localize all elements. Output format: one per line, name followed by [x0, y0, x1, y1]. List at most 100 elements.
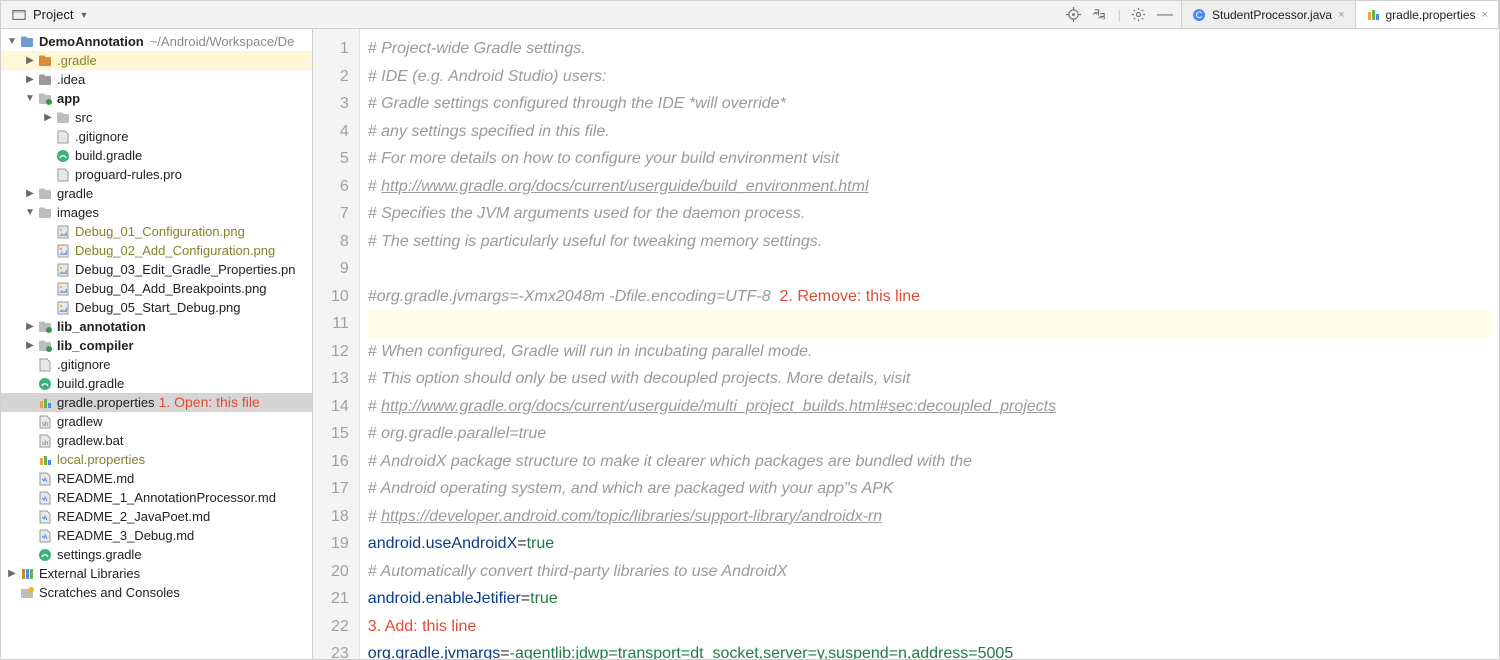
- tree-item[interactable]: ▶Debug_05_Start_Debug.png: [1, 298, 312, 317]
- code-token: # This option should only be used with d…: [368, 370, 911, 387]
- tree-item-label: app: [57, 89, 80, 109]
- code-line[interactable]: # any settings specified in this file.: [368, 118, 1491, 146]
- tree-item[interactable]: ▶Debug_04_Add_Breakpoints.png: [1, 279, 312, 298]
- code-line[interactable]: [368, 310, 1491, 338]
- tree-item[interactable]: ▶README_2_JavaPoet.md: [1, 507, 312, 526]
- tree-item-label: build.gradle: [75, 146, 142, 166]
- folder-icon: [37, 206, 53, 220]
- code-area[interactable]: # Project-wide Gradle settings. # IDE (e.…: [360, 29, 1499, 659]
- code-line[interactable]: # The setting is particularly useful for…: [368, 228, 1491, 256]
- chevron-down-icon[interactable]: ▼: [23, 91, 37, 106]
- tree-item[interactable]: ▶README_1_AnnotationProcessor.md: [1, 488, 312, 507]
- code-line[interactable]: # IDE (e.g. Android Studio) users:: [368, 63, 1491, 91]
- chevron-right-icon[interactable]: ▶: [23, 72, 37, 87]
- close-icon[interactable]: ×: [1482, 9, 1488, 21]
- tree-item-label: gradle.properties: [57, 393, 155, 413]
- tree-item[interactable]: ▶.gitignore: [1, 355, 312, 374]
- tree-item[interactable]: ▶README.md: [1, 469, 312, 488]
- code-line[interactable]: org.gradle.jvmargs=-agentlib:jdwp=transp…: [368, 640, 1491, 659]
- chevron-right-icon[interactable]: ▶: [23, 319, 37, 334]
- file-icon: [55, 168, 71, 182]
- close-icon[interactable]: ×: [1338, 9, 1344, 21]
- code-line[interactable]: # Android operating system, and which ar…: [368, 475, 1491, 503]
- chevron-down-icon[interactable]: ▼: [23, 205, 37, 220]
- md-icon: [37, 529, 53, 543]
- tree-item[interactable]: ▶shgradlew: [1, 412, 312, 431]
- target-icon[interactable]: [1066, 7, 1082, 23]
- code-token: [368, 260, 372, 277]
- tree-item[interactable]: ▼ app: [1, 89, 312, 108]
- code-line[interactable]: android.enableJetifier=true: [368, 585, 1491, 613]
- code-line[interactable]: # Gradle settings configured through the…: [368, 90, 1491, 118]
- code-line[interactable]: # Automatically convert third-party libr…: [368, 558, 1491, 586]
- tree-item[interactable]: ▶Scratches and Consoles: [1, 583, 312, 602]
- tree-item[interactable]: ▶ gradle: [1, 184, 312, 203]
- code-line[interactable]: # This option should only be used with d…: [368, 365, 1491, 393]
- tree-item[interactable]: ▶README_3_Debug.md: [1, 526, 312, 545]
- tree-item[interactable]: ▶src: [1, 108, 312, 127]
- editor-tab[interactable]: CStudentProcessor.java×: [1182, 1, 1356, 28]
- tree-item[interactable]: ▶lib_compiler: [1, 336, 312, 355]
- code-token: # Project-wide Gradle settings.: [368, 40, 586, 57]
- tree-item[interactable]: ▶External Libraries: [1, 564, 312, 583]
- tree-item[interactable]: ▶shgradlew.bat: [1, 431, 312, 450]
- code-line[interactable]: 3. Add: this line: [368, 613, 1491, 641]
- code-line[interactable]: # http://www.gradle.org/docs/current/use…: [368, 393, 1491, 421]
- code-token: # org.gradle.parallel=true: [368, 425, 546, 442]
- code-line[interactable]: # org.gradle.parallel=true: [368, 420, 1491, 448]
- tree-item[interactable]: ▶local.properties: [1, 450, 312, 469]
- tree-item-label: README_2_JavaPoet.md: [57, 507, 210, 527]
- code-token: #: [368, 178, 381, 195]
- tree-item[interactable]: ▶gradle.properties1. Open: this file: [1, 393, 312, 412]
- code-line[interactable]: [368, 255, 1491, 283]
- code-line[interactable]: # https://developer.android.com/topic/li…: [368, 503, 1491, 531]
- tree-item[interactable]: ▶build.gradle: [1, 374, 312, 393]
- code-line[interactable]: # Project-wide Gradle settings.: [368, 35, 1491, 63]
- tree-item-label: gradle: [57, 184, 93, 204]
- tree-item[interactable]: ▼DemoAnnotation~/Android/Workspace/De: [1, 32, 312, 51]
- tree-item[interactable]: ▶.gitignore: [1, 127, 312, 146]
- code-line[interactable]: # AndroidX package structure to make it …: [368, 448, 1491, 476]
- module-icon: [37, 320, 53, 334]
- code-line[interactable]: # Specifies the JVM arguments used for t…: [368, 200, 1491, 228]
- tree-item-label: Debug_05_Start_Debug.png: [75, 298, 241, 318]
- tree-item[interactable]: ▶proguard-rules.pro: [1, 165, 312, 184]
- code-line[interactable]: # http://www.gradle.org/docs/current/use…: [368, 173, 1491, 201]
- chevron-right-icon[interactable]: ▶: [23, 186, 37, 201]
- code-line[interactable]: android.useAndroidX=true: [368, 530, 1491, 558]
- chevron-down-icon[interactable]: ▼: [5, 34, 19, 49]
- code-token: # Gradle settings configured through the…: [368, 95, 786, 112]
- code-line[interactable]: #org.gradle.jvmargs=-Xmx2048m -Dfile.enc…: [368, 283, 1491, 311]
- gear-icon[interactable]: [1131, 7, 1147, 23]
- code-line[interactable]: # When configured, Gradle will run in in…: [368, 338, 1491, 366]
- tree-item[interactable]: ▶Debug_03_Edit_Gradle_Properties.pn: [1, 260, 312, 279]
- tree-item[interactable]: ▼images: [1, 203, 312, 222]
- tree-item[interactable]: ▶build.gradle: [1, 146, 312, 165]
- tree-item[interactable]: ▶lib_annotation: [1, 317, 312, 336]
- scratch-icon: [19, 586, 35, 600]
- toolbar: Project ▼ | — CStudentProcessor.java×gra…: [1, 1, 1499, 29]
- chevron-right-icon[interactable]: ▶: [23, 53, 37, 68]
- line-number: 22: [331, 613, 349, 641]
- tree-item[interactable]: ▶Debug_01_Configuration.png: [1, 222, 312, 241]
- tree-item[interactable]: ▶settings.gradle: [1, 545, 312, 564]
- hide-icon[interactable]: —: [1157, 7, 1173, 23]
- tree-item-label: proguard-rules.pro: [75, 165, 182, 185]
- line-number: 14: [331, 393, 349, 421]
- tree-item[interactable]: ▶Debug_02_Add_Configuration.png: [1, 241, 312, 260]
- tree-item-label: Debug_04_Add_Breakpoints.png: [75, 279, 267, 299]
- code-token: # The setting is particularly useful for…: [368, 233, 822, 250]
- tree-item[interactable]: ▶.gradle: [1, 51, 312, 70]
- editor-tab[interactable]: gradle.properties×: [1356, 1, 1500, 28]
- tree-item[interactable]: ▶.idea: [1, 70, 312, 89]
- code-token: http://www.gradle.org/docs/current/userg…: [381, 398, 1056, 415]
- chevron-right-icon[interactable]: ▶: [5, 566, 19, 581]
- collapse-all-icon[interactable]: [1092, 7, 1108, 23]
- chevron-right-icon[interactable]: ▶: [23, 338, 37, 353]
- code-token: true: [530, 590, 558, 607]
- tree-item-label: gradlew: [57, 412, 103, 432]
- code-line[interactable]: # For more details on how to configure y…: [368, 145, 1491, 173]
- code-token: =: [517, 535, 526, 552]
- chevron-right-icon[interactable]: ▶: [41, 110, 55, 125]
- project-view-selector[interactable]: Project ▼: [1, 1, 98, 28]
